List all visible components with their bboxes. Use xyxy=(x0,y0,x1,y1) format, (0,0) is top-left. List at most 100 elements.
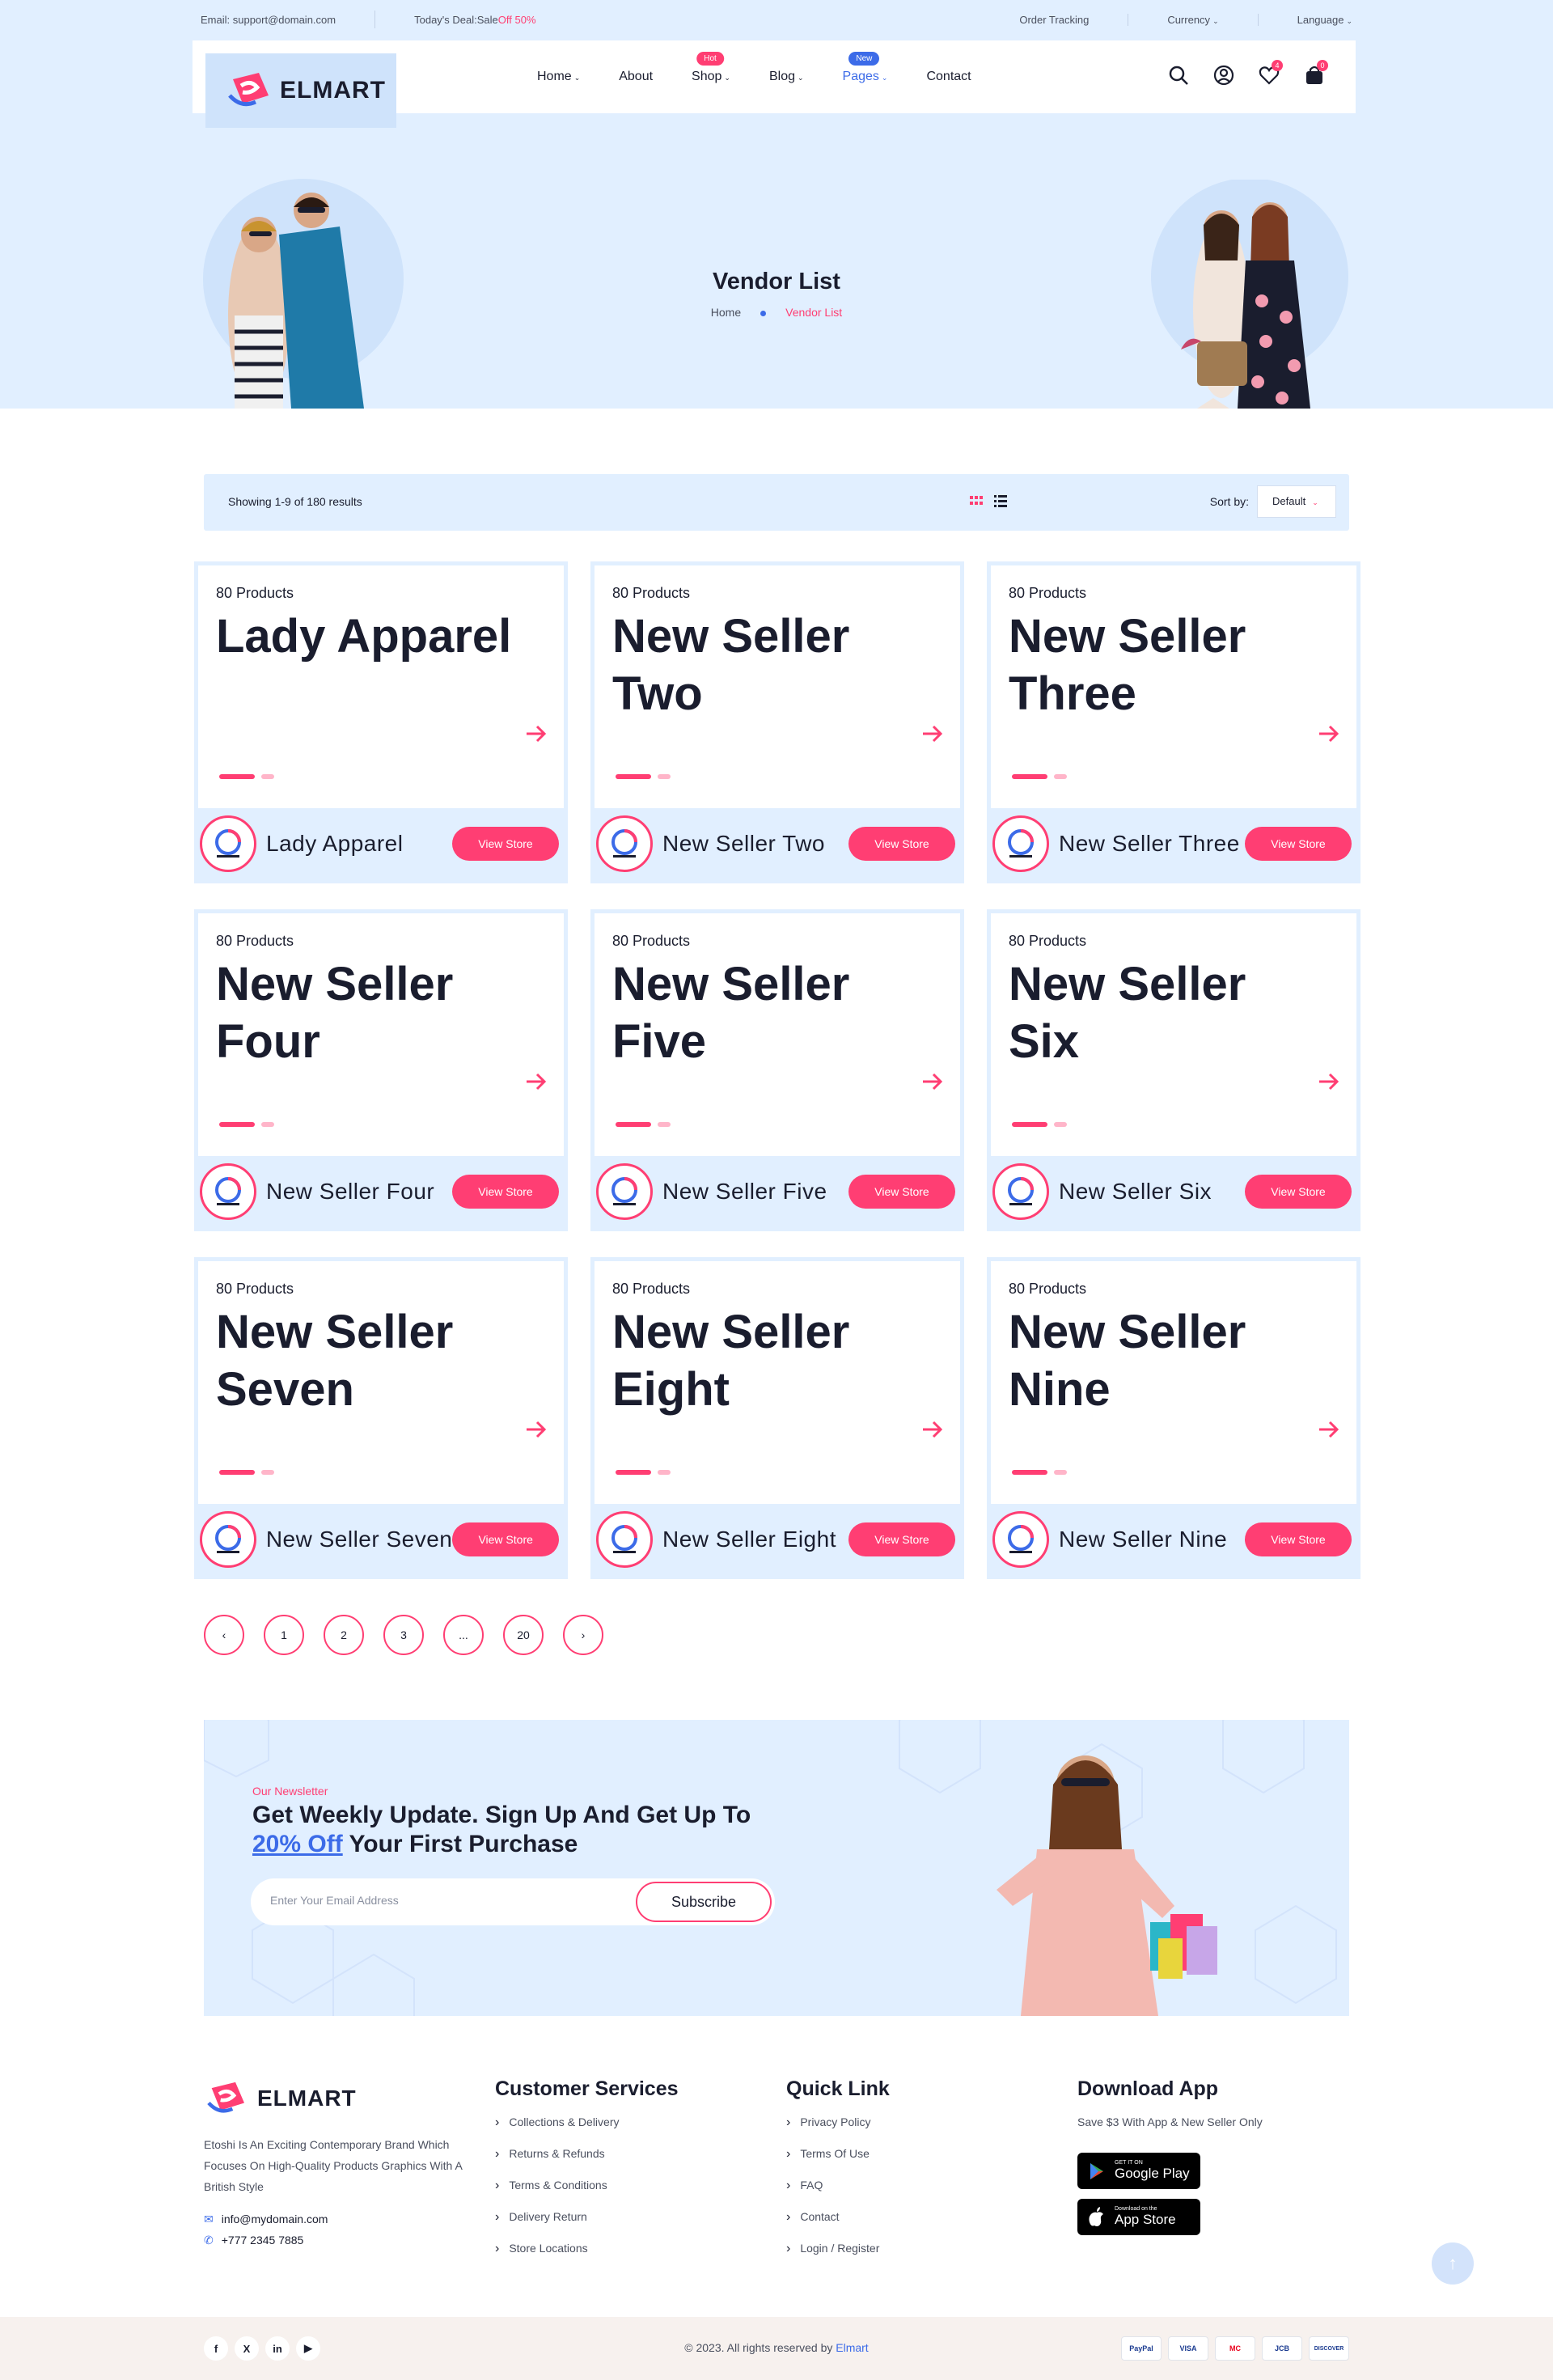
vendor-card-title[interactable]: New Seller Six xyxy=(1009,955,1316,1070)
arrow-right-icon[interactable] xyxy=(921,724,944,743)
vendor-card-header[interactable]: 80 Products New Seller Five xyxy=(595,913,960,1156)
footer-phone[interactable]: ✆ +777 2345 7885 xyxy=(204,2230,463,2251)
order-tracking-link[interactable]: Order Tracking xyxy=(980,14,1128,26)
vendor-card-title[interactable]: New Seller Four xyxy=(216,955,523,1070)
vendor-logo[interactable] xyxy=(992,1511,1049,1568)
grid-view-icon[interactable] xyxy=(969,493,984,508)
subscribe-button[interactable]: Subscribe xyxy=(636,1882,772,1922)
view-store-button[interactable]: View Store xyxy=(1245,1175,1352,1209)
vendor-card-header[interactable]: 80 Products New Seller Six xyxy=(991,913,1356,1156)
vendor-card-title[interactable]: Lady Apparel xyxy=(216,608,523,665)
user-icon[interactable] xyxy=(1212,63,1236,87)
next-page-button[interactable]: › xyxy=(563,1615,603,1655)
nav-home[interactable]: Home ⌄ xyxy=(537,70,580,84)
footer-link[interactable]: Privacy Policy xyxy=(786,2115,890,2130)
vendor-card-header[interactable]: 80 Products New Seller Three xyxy=(991,565,1356,808)
view-store-button[interactable]: View Store xyxy=(452,1175,559,1209)
nav-shop[interactable]: Hot Shop ⌄ xyxy=(692,52,730,84)
arrow-right-icon[interactable] xyxy=(525,1072,548,1091)
vendor-name[interactable]: New Seller Six xyxy=(1059,1179,1245,1205)
sort-select[interactable]: Default ⌄ xyxy=(1257,485,1336,518)
footer-logo[interactable]: ELMART xyxy=(204,2081,463,2116)
vendor-card-header[interactable]: 80 Products New Seller Two xyxy=(595,565,960,808)
vendor-card-title[interactable]: New Seller Three xyxy=(1009,608,1316,722)
page-button[interactable]: 2 xyxy=(324,1615,364,1655)
vendor-card-header[interactable]: 80 Products New Seller Nine xyxy=(991,1261,1356,1504)
prev-page-button[interactable]: ‹ xyxy=(204,1615,244,1655)
nav-pages[interactable]: New Pages ⌄ xyxy=(843,52,887,84)
cart-button[interactable]: 0 xyxy=(1302,60,1328,87)
copyright-brand-link[interactable]: Elmart xyxy=(836,2341,868,2354)
newsletter-heading: Get Weekly Update. Sign Up And Get Up To… xyxy=(252,1802,751,1857)
app-store-button[interactable]: Download on the App Store xyxy=(1077,2199,1200,2235)
nav-blog[interactable]: Blog ⌄ xyxy=(769,70,804,84)
arrow-right-icon[interactable] xyxy=(921,1072,944,1091)
google-play-button[interactable]: GET IT ON Google Play xyxy=(1077,2153,1200,2189)
footer-link[interactable]: FAQ xyxy=(786,2179,890,2193)
view-store-button[interactable]: View Store xyxy=(452,827,559,861)
vendor-logo[interactable] xyxy=(200,1163,256,1220)
arrow-right-icon[interactable] xyxy=(921,1420,944,1439)
vendor-name[interactable]: New Seller Four xyxy=(266,1179,452,1205)
site-logo[interactable]: ELMART xyxy=(205,53,396,128)
language-dropdown[interactable]: Language ⌄ xyxy=(1257,14,1352,26)
newsletter-email-input[interactable] xyxy=(270,1894,610,1907)
vendor-name[interactable]: New Seller Two xyxy=(662,831,848,857)
support-email[interactable]: Email: support@domain.com xyxy=(201,14,336,32)
footer-link[interactable]: Login / Register xyxy=(786,2242,890,2256)
vendor-card-header[interactable]: 80 Products New Seller Four xyxy=(198,913,564,1156)
vendor-card-header[interactable]: 80 Products New Seller Eight xyxy=(595,1261,960,1504)
footer-link[interactable]: Store Locations xyxy=(495,2242,679,2256)
page-button[interactable]: ... xyxy=(443,1615,484,1655)
arrow-right-icon[interactable] xyxy=(1318,1420,1340,1439)
footer-link[interactable]: Delivery Return xyxy=(495,2210,679,2225)
arrow-right-icon[interactable] xyxy=(1318,1072,1340,1091)
vendor-logo[interactable] xyxy=(992,1163,1049,1220)
footer-link[interactable]: Collections & Delivery xyxy=(495,2115,679,2130)
vendor-card-title[interactable]: New Seller Eight xyxy=(612,1303,920,1418)
footer-link[interactable]: Contact xyxy=(786,2210,890,2225)
page-button[interactable]: 3 xyxy=(383,1615,424,1655)
vendor-logo[interactable] xyxy=(200,1511,256,1568)
vendor-card-title[interactable]: New Seller Nine xyxy=(1009,1303,1316,1418)
arrow-right-icon[interactable] xyxy=(1318,724,1340,743)
nav-about[interactable]: About xyxy=(619,70,653,84)
vendor-logo[interactable] xyxy=(992,815,1049,872)
list-view-icon[interactable] xyxy=(993,493,1008,508)
vendor-card-header[interactable]: 80 Products Lady Apparel xyxy=(198,565,564,808)
vendor-name[interactable]: New Seller Nine xyxy=(1059,1527,1245,1552)
breadcrumb-home[interactable]: Home xyxy=(711,306,741,319)
arrow-right-icon[interactable] xyxy=(525,724,548,743)
nav-contact[interactable]: Contact xyxy=(926,70,971,84)
vendor-card-title[interactable]: New Seller Two xyxy=(612,608,920,722)
view-store-button[interactable]: View Store xyxy=(848,827,955,861)
currency-dropdown[interactable]: Currency ⌄ xyxy=(1128,14,1257,26)
vendor-logo[interactable] xyxy=(596,1163,653,1220)
vendor-name[interactable]: Lady Apparel xyxy=(266,831,452,857)
footer-link[interactable]: Terms Of Use xyxy=(786,2147,890,2162)
footer-link[interactable]: Terms & Conditions xyxy=(495,2179,679,2193)
page-button[interactable]: 1 xyxy=(264,1615,304,1655)
vendor-logo[interactable] xyxy=(596,815,653,872)
search-icon[interactable] xyxy=(1166,63,1191,87)
view-store-button[interactable]: View Store xyxy=(452,1522,559,1556)
view-store-button[interactable]: View Store xyxy=(1245,1522,1352,1556)
footer-link[interactable]: Returns & Refunds xyxy=(495,2147,679,2162)
vendor-card-title[interactable]: New Seller Five xyxy=(612,955,920,1070)
vendor-name[interactable]: New Seller Five xyxy=(662,1179,848,1205)
vendor-name[interactable]: New Seller Seven xyxy=(266,1527,453,1552)
view-store-button[interactable]: View Store xyxy=(848,1522,955,1556)
vendor-logo[interactable] xyxy=(596,1511,653,1568)
arrow-right-icon[interactable] xyxy=(525,1420,548,1439)
vendor-name[interactable]: New Seller Three xyxy=(1059,831,1245,857)
vendor-card-title[interactable]: New Seller Seven xyxy=(216,1303,523,1418)
view-store-button[interactable]: View Store xyxy=(1245,827,1352,861)
view-store-button[interactable]: View Store xyxy=(848,1175,955,1209)
page-button[interactable]: 20 xyxy=(503,1615,544,1655)
wishlist-button[interactable]: 4 xyxy=(1257,60,1283,87)
vendor-logo[interactable] xyxy=(200,815,256,872)
vendor-name[interactable]: New Seller Eight xyxy=(662,1527,848,1552)
vendor-card-header[interactable]: 80 Products New Seller Seven xyxy=(198,1261,564,1504)
footer-email[interactable]: ✉ info@mydomain.com xyxy=(204,2208,463,2230)
scroll-to-top-button[interactable]: ↑ xyxy=(1432,2242,1474,2285)
